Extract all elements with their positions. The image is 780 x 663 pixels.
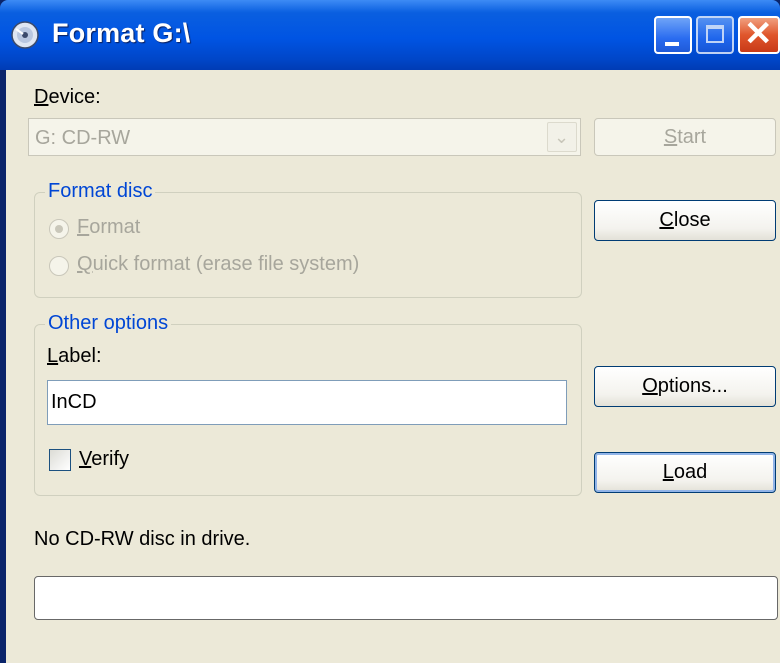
device-select[interactable]: G: CD-RW ⌄ [28, 118, 581, 156]
format-disc-group: Format disc Format Quick format (erase f… [34, 180, 582, 298]
verify-label[interactable]: Verify [79, 448, 129, 471]
options-label: ptions... [657, 375, 728, 397]
device-label-text: evice: [48, 86, 101, 108]
format-radio[interactable] [49, 219, 69, 239]
minimize-icon [665, 42, 679, 46]
close-accel: C [659, 209, 674, 231]
load-accel: L [662, 461, 674, 483]
device-label-accel: D [34, 86, 49, 108]
verify-text: erify [91, 448, 130, 470]
minimize-button[interactable] [654, 16, 692, 54]
verify-checkbox[interactable] [49, 449, 71, 471]
window-title: Format G:\ [52, 18, 191, 48]
device-selected-value: G: CD-RW [35, 127, 131, 149]
close-button[interactable]: Close [594, 200, 776, 241]
quick-format-radio[interactable] [49, 256, 69, 276]
label-input[interactable]: InCD [47, 380, 567, 425]
quick-text: uick format (erase file system) [92, 253, 360, 275]
options-button[interactable]: Options... [594, 366, 776, 407]
device-label: Device: [34, 86, 101, 109]
dialog-client-area: Device: G: CD-RW ⌄ Start Format disc For… [6, 70, 780, 663]
verify-accel: V [79, 448, 92, 470]
format-dialog-window: Format G:\ ✕ Device: G: CD-RW ⌄ Start Fo… [0, 0, 780, 663]
close-window-button[interactable]: ✕ [738, 15, 780, 54]
options-accel: O [642, 375, 658, 397]
label-accel: L [47, 345, 59, 367]
status-text: No CD-RW disc in drive. [34, 528, 251, 550]
disc-icon [11, 21, 39, 49]
quick-accel: Q [77, 253, 93, 275]
title-bar[interactable]: Format G:\ ✕ [0, 0, 780, 70]
other-options-legend: Other options [45, 312, 172, 335]
label-text: abel: [58, 345, 102, 367]
label-field-label: Label: [47, 345, 102, 368]
format-accel: F [77, 216, 90, 238]
start-accel: S [663, 126, 678, 148]
maximize-button[interactable] [696, 16, 734, 54]
chevron-down-icon: ⌄ [554, 127, 570, 147]
start-label: tart [677, 126, 707, 148]
close-label: lose [673, 209, 711, 231]
load-button[interactable]: Load [594, 452, 776, 493]
format-radio-label[interactable]: Format [77, 216, 140, 239]
device-dropdown-button[interactable]: ⌄ [547, 122, 577, 152]
label-input-value: InCD [51, 391, 97, 413]
progress-bar [34, 576, 778, 620]
load-label: oad [673, 461, 708, 483]
maximize-icon [706, 25, 724, 43]
quick-format-radio-label[interactable]: Quick format (erase file system) [77, 253, 359, 276]
close-icon: ✕ [744, 15, 773, 53]
format-text: ormat [89, 216, 141, 238]
other-options-group: Other options Label: InCD Verify [34, 312, 582, 496]
start-button[interactable]: Start [594, 118, 776, 156]
format-disc-legend: Format disc [45, 180, 156, 203]
